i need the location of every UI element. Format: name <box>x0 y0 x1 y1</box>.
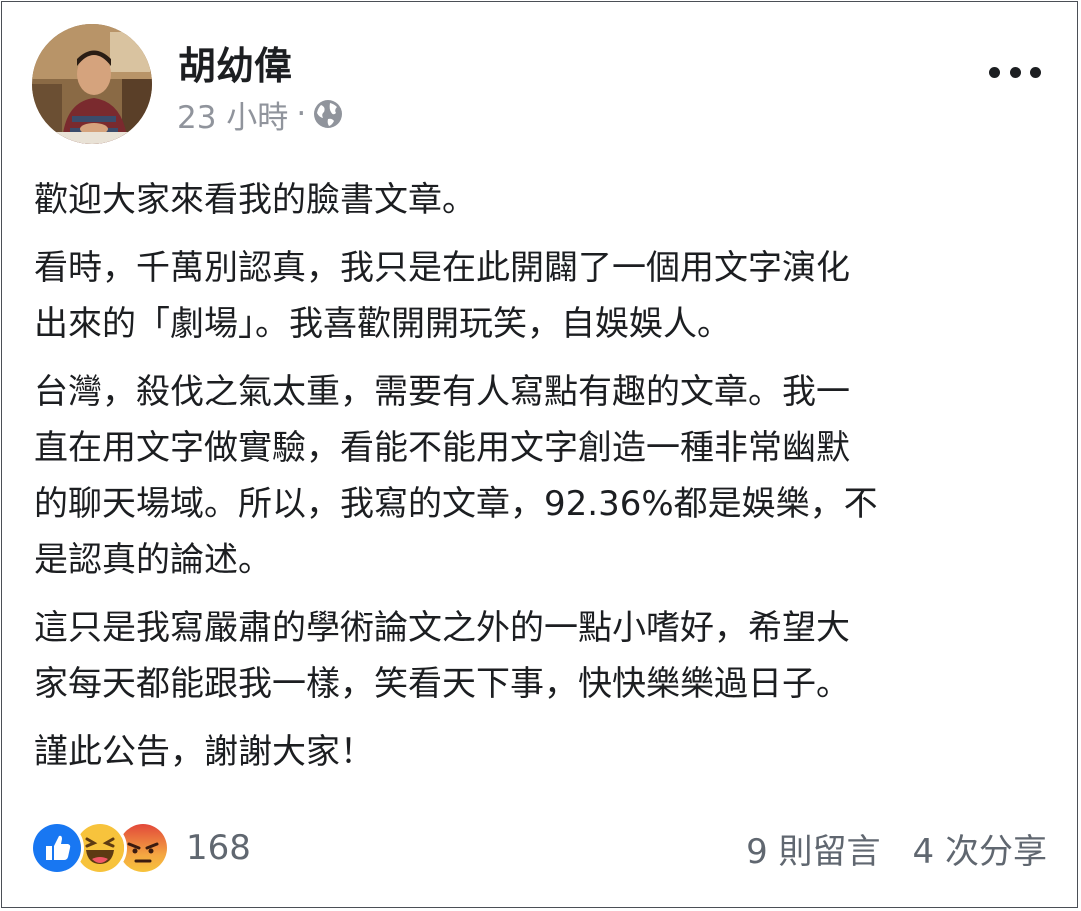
post-text-line: 直在用文字做實驗，看能不能用文字創造一種非常幽默 <box>34 428 850 468</box>
post-text-line: 的聊天場域。所以，我寫的文章，92.36%都是娛樂，不 <box>34 484 878 524</box>
more-dot <box>1009 66 1021 78</box>
avatar-photo <box>32 24 152 144</box>
post-paragraph: 台灣，殺伐之氣太重，需要有人寫點有趣的文章。我一 直在用文字做實驗，看能不能用文… <box>34 364 1064 588</box>
post-text-line: 這只是我寫嚴肅的學術論文之外的一點小嗜好，希望大 <box>34 608 850 648</box>
globe-icon[interactable] <box>312 98 344 130</box>
post-paragraph: 謹此公告，謝謝大家！ <box>34 724 1064 780</box>
post-timestamp[interactable]: 23 小時 <box>177 92 288 137</box>
shares-link[interactable]: 4 次分享 <box>913 824 1047 873</box>
post-paragraph: 歡迎大家來看我的臉書文章。 <box>34 172 1064 228</box>
post-body: 歡迎大家來看我的臉書文章。 看時，千萬別認真，我只是在此開闢了一個用文字演化 出… <box>34 172 1064 792</box>
comments-link[interactable]: 9 則留言 <box>746 824 880 873</box>
reaction-count: 168 <box>186 828 251 868</box>
like-icon <box>30 821 84 875</box>
engagement-links: 9 則留言 4 次分享 <box>746 820 1047 876</box>
post-text-line: 歡迎大家來看我的臉書文章。 <box>34 180 476 220</box>
post-text-line: 台灣，殺伐之氣太重，需要有人寫點有趣的文章。我一 <box>34 372 850 412</box>
post-text-line: 家每天都能跟我一樣，笑看天下事，快快樂樂過日子。 <box>34 664 850 704</box>
post-text-line: 看時，千萬別認真，我只是在此開闢了一個用文字演化 <box>34 248 850 288</box>
post-paragraph: 這只是我寫嚴肅的學術論文之外的一點小嗜好，希望大 家每天都能跟我一樣，笑看天下事… <box>34 600 1064 712</box>
post-text-line: 出來的「劇場」。我喜歡開開玩笑，自娛娛人。 <box>34 304 731 344</box>
post-paragraph: 看時，千萬別認真，我只是在此開闢了一個用文字演化 出來的「劇場」。我喜歡開開玩笑… <box>34 240 1064 352</box>
author-name[interactable]: 胡幼偉 <box>178 35 292 90</box>
reaction-summary[interactable]: 168 <box>30 820 251 876</box>
post-text-line: 謹此公告，謝謝大家！ <box>34 732 374 772</box>
post-text-line: 是認真的論述。 <box>34 540 272 580</box>
more-dot <box>1030 66 1041 78</box>
meta-separator: · <box>296 96 307 132</box>
more-options-icon[interactable] <box>989 54 1041 90</box>
post-meta: 23 小時 · <box>177 92 344 136</box>
avatar[interactable] <box>32 24 152 144</box>
more-dot <box>989 66 1000 78</box>
post-card: 胡幼偉 23 小時 · 歡迎大家來看我的臉書文章。 看時，千萬別認真，我只是在此… <box>1 1 1078 908</box>
